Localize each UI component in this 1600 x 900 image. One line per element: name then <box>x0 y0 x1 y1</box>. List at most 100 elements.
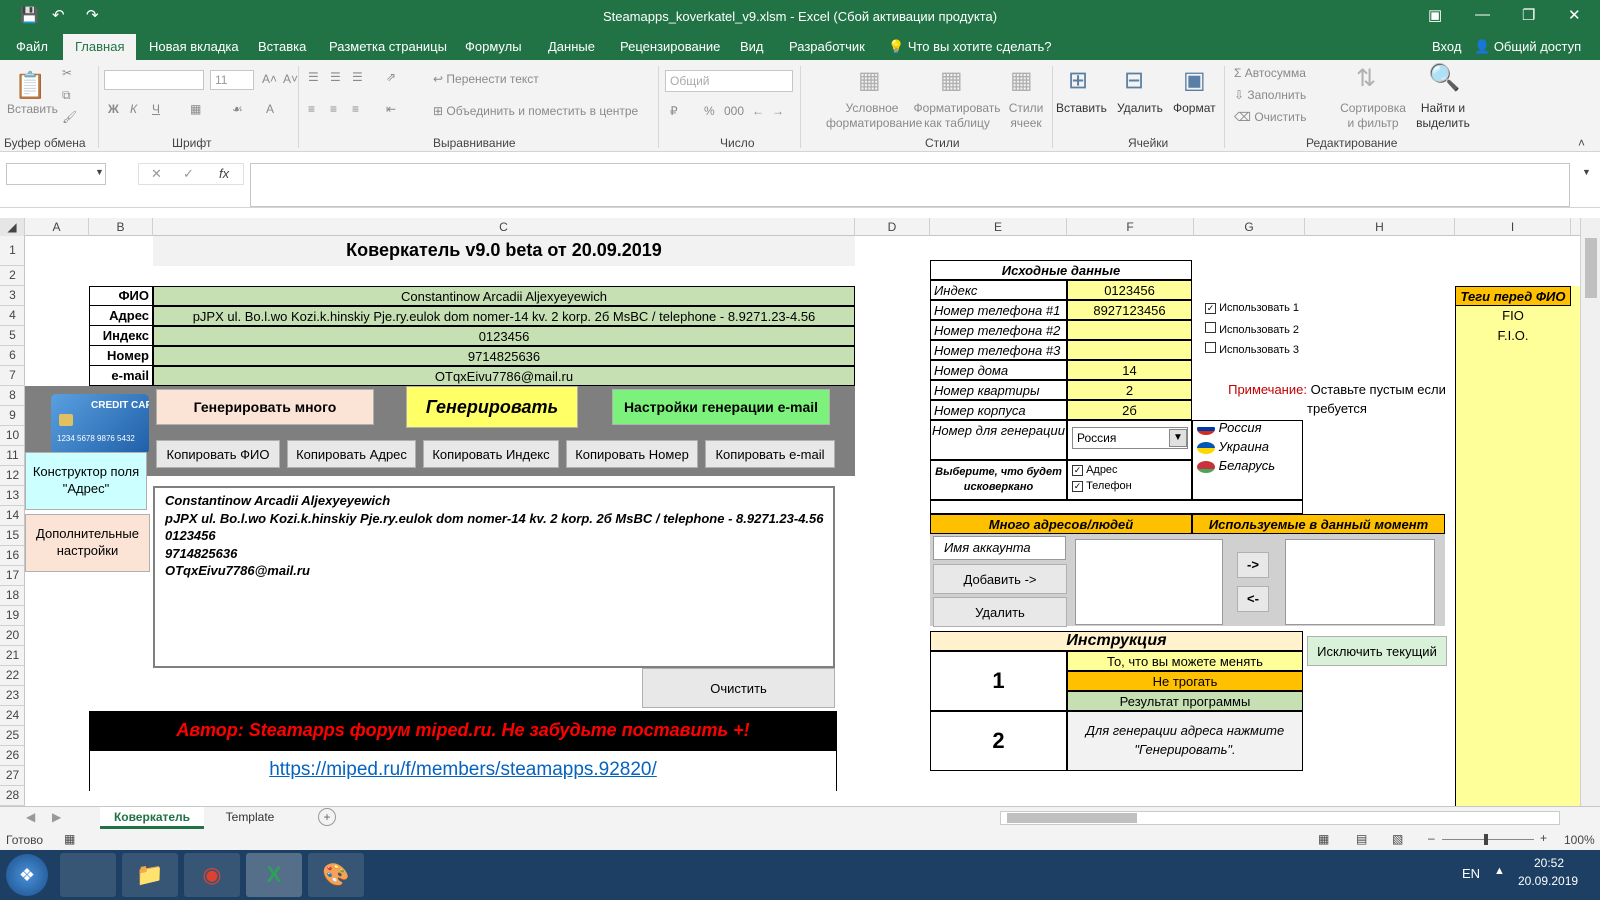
tab-layout[interactable]: Разметка страницы <box>329 39 447 54</box>
clear-button[interactable]: ⌫ Очистить <box>1234 110 1307 124</box>
format-as-table-button[interactable]: Форматировать как таблицу <box>908 101 1006 131</box>
source-value[interactable]: 14 <box>1067 360 1192 380</box>
name-box-dropdown-icon[interactable]: ▼ <box>95 167 104 177</box>
row-header[interactable]: 26 <box>0 746 25 766</box>
tab-review[interactable]: Рецензирование <box>620 39 720 54</box>
tab-developer[interactable]: Разработчик <box>789 39 865 54</box>
macro-record-icon[interactable]: ▦ <box>64 832 75 846</box>
value-addr[interactable]: pJPX ul. Bo.l.wo Kozi.k.hinskiy Pje.ry.e… <box>153 306 855 326</box>
horizontal-scrollbar[interactable] <box>1000 811 1560 825</box>
row-header[interactable]: 17 <box>0 566 25 586</box>
row-header[interactable]: 7 <box>0 366 25 386</box>
source-value[interactable]: 0123456 <box>1067 280 1192 300</box>
vertical-scrollbar[interactable] <box>1580 218 1600 806</box>
row-header[interactable]: 9 <box>0 406 25 426</box>
source-value[interactable]: 8927123456 <box>1067 300 1192 320</box>
tab-home[interactable]: Главная <box>63 34 137 60</box>
tab-new[interactable]: Новая вкладка <box>149 39 239 54</box>
format-cells-button[interactable]: Формат <box>1173 101 1216 115</box>
output-textbox[interactable]: Constantinow Arcadii Aljexyeyewich pJPX … <box>153 486 835 668</box>
add-account-button[interactable]: Добавить -> <box>933 564 1067 594</box>
copy-addr-button[interactable]: Копировать Адрес <box>287 440 416 468</box>
row-header[interactable]: 12 <box>0 466 25 486</box>
tab-insert[interactable]: Вставка <box>258 39 306 54</box>
dropdown-arrow-icon[interactable]: ▼ <box>1169 429 1187 447</box>
prev-sheet-icon[interactable]: ◀ <box>26 810 35 824</box>
folder-icon[interactable]: 📁 <box>122 853 178 897</box>
align-middle-icon[interactable]: ☰ <box>330 70 341 84</box>
row-header[interactable]: 10 <box>0 426 25 446</box>
insert-function-icon[interactable]: fx <box>219 166 229 181</box>
row-header[interactable]: 15 <box>0 526 25 546</box>
move-right-button[interactable]: -> <box>1237 552 1269 578</box>
tab-file[interactable]: Файл <box>16 39 48 54</box>
copy-icon[interactable]: ⧉ <box>62 88 71 103</box>
excel-icon[interactable]: X <box>246 853 302 897</box>
row-header[interactable]: 25 <box>0 726 25 746</box>
start-button-icon[interactable]: ❖ <box>6 854 48 896</box>
wrap-text-button[interactable]: ↩ Перенести текст <box>433 72 539 86</box>
column-header[interactable]: C <box>153 218 855 236</box>
extra-settings-button[interactable]: Дополнительные настройки <box>25 514 150 572</box>
copy-num-button[interactable]: Копировать Номер <box>566 440 698 468</box>
source-value[interactable] <box>1067 320 1192 340</box>
paint-icon[interactable]: 🎨 <box>308 853 364 897</box>
clear-output-button[interactable]: Очистить <box>642 668 835 708</box>
email-settings-button[interactable]: Настройки генерации e-mail <box>612 389 830 425</box>
cut-icon[interactable]: ✂ <box>62 66 72 80</box>
page-layout-icon[interactable]: ▤ <box>1356 832 1367 846</box>
paste-button[interactable]: Вставить <box>7 102 58 116</box>
conditional-format-button[interactable]: Условное форматирование <box>826 101 922 131</box>
copy-email-button[interactable]: Копировать e-mail <box>705 440 835 468</box>
row-header[interactable]: 11 <box>0 446 25 466</box>
account-name-input[interactable]: Имя аккаунта <box>933 536 1066 560</box>
sign-in[interactable]: Вход <box>1432 39 1461 54</box>
row-header[interactable]: 8 <box>0 386 25 406</box>
currency-icon[interactable]: ₽ <box>670 104 678 118</box>
indent-icon[interactable]: ⇤ <box>386 102 396 116</box>
find-select-button[interactable]: Найти и выделить <box>1412 101 1474 131</box>
align-left-icon[interactable]: ≡ <box>308 102 315 116</box>
generate-button[interactable]: Генерировать <box>406 386 578 428</box>
row-header[interactable]: 28 <box>0 786 25 806</box>
column-header[interactable]: A <box>25 218 89 236</box>
taskbar-app-icon[interactable] <box>60 853 116 897</box>
value-fio[interactable]: Constantinow Arcadii Aljexyeyewich <box>153 286 855 306</box>
autosum-button[interactable]: Σ Автосумма <box>1234 66 1306 80</box>
row-header[interactable]: 22 <box>0 666 25 686</box>
column-header[interactable]: D <box>855 218 930 236</box>
share-button[interactable]: 👤 Общий доступ <box>1474 39 1581 55</box>
find-icon[interactable]: 🔍 <box>1428 62 1460 93</box>
fill-button[interactable]: ⇩ Заполнить <box>1234 88 1306 102</box>
scroll-thumb[interactable] <box>1585 238 1597 298</box>
merge-center-button[interactable]: ⊞ Объединить и поместить в центре <box>433 104 638 118</box>
tag-item[interactable]: F.I.O. <box>1455 326 1571 346</box>
language-indicator[interactable]: EN <box>1462 866 1480 881</box>
row-header[interactable]: 1 <box>0 236 25 266</box>
source-value[interactable] <box>1067 340 1192 360</box>
sort-filter-icon[interactable]: ⇅ <box>1356 64 1376 93</box>
value-index[interactable]: 0123456 <box>153 326 855 346</box>
source-value[interactable]: 2б <box>1067 400 1192 420</box>
tab-data[interactable]: Данные <box>548 39 595 54</box>
corrupt-addr-checkbox[interactable]: ✓ Адрес <box>1072 464 1182 480</box>
use-phone-2-checkbox[interactable]: Использовать 2 <box>1205 322 1315 338</box>
row-header[interactable]: 5 <box>0 326 25 346</box>
collapse-ribbon-icon[interactable]: ˄ <box>1578 136 1585 150</box>
format-table-icon[interactable]: ▦ <box>940 66 963 95</box>
borders-icon[interactable]: ▦ <box>190 102 201 116</box>
column-header[interactable]: B <box>89 218 153 236</box>
zoom-slider-thumb[interactable] <box>1484 834 1488 845</box>
tab-formulas[interactable]: Формулы <box>465 39 522 54</box>
chrome-icon[interactable]: ◉ <box>184 853 240 897</box>
align-top-icon[interactable]: ☰ <box>308 70 319 84</box>
align-bottom-icon[interactable]: ☰ <box>352 70 363 84</box>
tell-me[interactable]: 💡 Что вы хотите сделать? <box>888 39 1052 55</box>
copy-fio-button[interactable]: Копировать ФИО <box>156 440 280 468</box>
column-header[interactable]: E <box>930 218 1067 236</box>
source-value[interactable]: 2 <box>1067 380 1192 400</box>
conditional-format-icon[interactable]: ▦ <box>858 66 881 95</box>
row-header[interactable]: 6 <box>0 346 25 366</box>
fill-color-icon[interactable]: ☙ <box>232 102 243 116</box>
select-all[interactable]: ◢ <box>0 218 25 236</box>
